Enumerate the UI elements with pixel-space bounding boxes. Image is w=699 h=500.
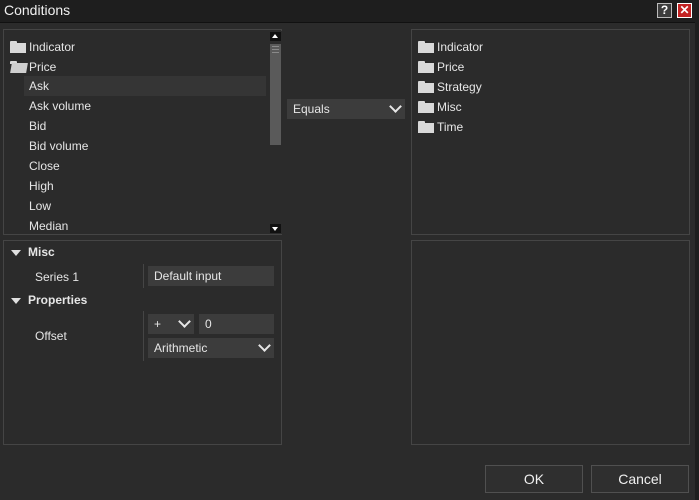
tree-item-label: Bid volume — [29, 139, 89, 153]
chevron-down-icon — [178, 315, 191, 328]
tree-item-close[interactable]: Close — [29, 156, 60, 176]
series-input-value: Default input — [154, 269, 222, 283]
tree-item-high[interactable]: High — [29, 176, 54, 196]
folder-closed-icon — [418, 121, 434, 133]
folder-closed-icon — [418, 101, 434, 113]
collapse-triangle-icon[interactable] — [11, 250, 21, 256]
tree-folder-label: Indicator — [437, 40, 484, 54]
title-bar: Conditions ? ✕ — [0, 0, 699, 23]
collapse-triangle-icon[interactable] — [11, 298, 21, 304]
chevron-down-icon — [258, 339, 271, 352]
chevron-down-icon — [389, 100, 402, 113]
scroll-thumb[interactable] — [270, 44, 281, 145]
cancel-button[interactable]: Cancel — [591, 465, 689, 493]
scroll-up-arrow-icon[interactable] — [270, 32, 281, 41]
tree-folder-label: Time — [437, 120, 464, 134]
operator-select[interactable]: Equals — [287, 99, 405, 119]
background-window-edge — [695, 22, 699, 500]
tree-item-label: Close — [29, 159, 60, 173]
folder-closed-icon — [418, 81, 434, 93]
folder-closed-icon — [418, 41, 434, 53]
category-properties[interactable]: Properties — [28, 291, 87, 309]
tree-folder-label: Misc — [437, 100, 462, 114]
tree-folder-label: Price — [437, 60, 465, 74]
ok-button[interactable]: OK — [485, 465, 583, 493]
tree-folder-label: Price — [29, 60, 57, 74]
tree-item-bid[interactable]: Bid — [29, 116, 46, 136]
operator-value: Equals — [293, 102, 330, 116]
series-label: Series 1 — [35, 270, 80, 284]
folder-closed-icon — [10, 41, 26, 53]
right-tree-panel: Indicator Price Strategy Misc Time — [411, 29, 690, 235]
series-input[interactable]: Default input — [148, 266, 274, 286]
folder-open-icon — [10, 61, 26, 73]
window-title: Conditions — [4, 2, 71, 18]
offset-value-input[interactable]: 0 — [199, 314, 274, 334]
tree-item-median[interactable]: Median — [29, 216, 68, 236]
tree-scrollbar[interactable] — [269, 31, 283, 234]
tree-item-ask-volume[interactable]: Ask volume — [29, 96, 91, 116]
offset-type-value: Arithmetic — [154, 341, 208, 355]
scroll-down-arrow-icon[interactable] — [270, 224, 281, 233]
close-button[interactable]: ✕ — [677, 3, 692, 18]
offset-sign-select[interactable]: + — [148, 314, 194, 334]
tree-folder-label: Strategy — [437, 80, 482, 94]
folder-closed-icon — [418, 61, 434, 73]
tree-item-label: High — [29, 179, 54, 193]
tree-item-label: Ask volume — [29, 99, 92, 113]
offset-sign-value: + — [154, 317, 162, 331]
tree-item-ask[interactable]: Ask — [24, 76, 266, 96]
tree-item-label: Median — [29, 219, 69, 233]
properties-panel: Misc Series 1 Default input Properties O… — [3, 240, 282, 445]
tree-item-bid-volume[interactable]: Bid volume — [29, 136, 88, 156]
offset-label: Offset — [35, 329, 67, 343]
tree-item-low[interactable]: Low — [29, 196, 51, 216]
left-tree-panel: Indicator Price Ask Ask volume Bid Bid v… — [3, 29, 283, 236]
offset-type-select[interactable]: Arithmetic — [148, 338, 274, 358]
offset-value-text: 0 — [205, 317, 212, 331]
tree-item-label: Bid — [29, 119, 47, 133]
right-properties-panel — [411, 240, 690, 445]
tree-folder-label: Indicator — [29, 40, 76, 54]
tree-item-label: Low — [29, 199, 52, 213]
category-misc[interactable]: Misc — [28, 243, 55, 261]
tree-item-label: Ask — [29, 79, 50, 93]
help-button[interactable]: ? — [657, 3, 672, 18]
